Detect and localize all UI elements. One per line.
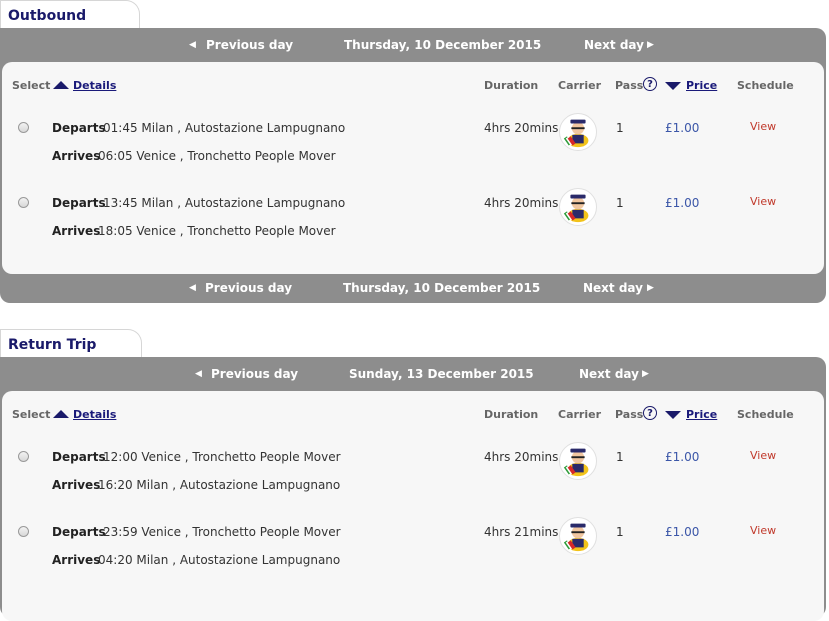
duration-value: 4hrs 20mins: [484, 121, 559, 135]
prev-arrow-icon[interactable]: ◀: [189, 28, 196, 62]
departs-label: Departs: [52, 450, 106, 464]
arrives-value: 04:20 Milan , Autostazione Lampugnano: [98, 553, 341, 567]
view-schedule-link[interactable]: View: [750, 524, 776, 537]
carrier-header: Carrier: [558, 79, 602, 92]
trip-select-radio[interactable]: [18, 451, 29, 462]
view-schedule-link[interactable]: View: [750, 195, 776, 208]
next-day-link[interactable]: Next day: [583, 271, 643, 305]
pass-header: Pass: [615, 408, 644, 421]
outbound-results: Select Details Duration Carrier Pass ? P…: [2, 62, 824, 274]
nav-date: Thursday, 10 December 2015: [343, 281, 541, 295]
sort-down-icon[interactable]: [665, 82, 681, 90]
carrier-header: Carrier: [558, 408, 602, 421]
duration-header: Duration: [484, 408, 539, 421]
pass-value: 1: [616, 525, 624, 539]
price-sort-link[interactable]: Price: [686, 79, 717, 92]
carrier-logo-icon: [559, 517, 597, 555]
trip-select-radio[interactable]: [18, 197, 29, 208]
help-icon[interactable]: ?: [643, 77, 657, 91]
return-tab: Return Trip: [0, 329, 142, 357]
duration-value: 4hrs 20mins: [484, 196, 559, 210]
details-sort-link[interactable]: Details: [73, 408, 116, 421]
sort-up-icon[interactable]: [53, 410, 69, 418]
departs-label: Departs: [52, 196, 106, 210]
prev-arrow-icon[interactable]: ◀: [195, 357, 202, 391]
duration-header: Duration: [484, 79, 539, 92]
departs-label: Departs: [52, 121, 106, 135]
departs-value: 01:45 Milan , Autostazione Lampugnano: [103, 121, 346, 135]
nav-date: Thursday, 10 December 2015: [344, 38, 542, 52]
return-section: Return Trip ◀ Previous day Sunday, 13 De…: [0, 329, 829, 621]
outbound-section: Outbound Trip ◀ Previous day Thursday, 1…: [0, 0, 829, 305]
schedule-header: Schedule: [737, 408, 794, 421]
previous-day-link[interactable]: Previous day: [206, 28, 293, 62]
outbound-nav-bottom: ◀ Previous day Thursday, 10 December 201…: [0, 271, 826, 305]
departs-value: 13:45 Milan , Autostazione Lampugnano: [103, 196, 346, 210]
next-day-link[interactable]: Next day: [584, 28, 644, 62]
trip-select-radio[interactable]: [18, 526, 29, 537]
next-arrow-icon[interactable]: ▶: [647, 28, 654, 62]
carrier-logo-icon: [559, 188, 597, 226]
pass-value: 1: [616, 450, 624, 464]
outbound-tab: Outbound Trip: [0, 0, 140, 54]
return-results: Select Details Duration Carrier Pass ? P…: [2, 391, 824, 621]
view-schedule-link[interactable]: View: [750, 449, 776, 462]
departs-value: 23:59 Venice , Tronchetto People Mover: [103, 525, 341, 539]
arrives-label: Arrives: [52, 149, 101, 163]
arrives-label: Arrives: [52, 478, 101, 492]
view-schedule-link[interactable]: View: [750, 120, 776, 133]
price-value: £1.00: [665, 525, 700, 539]
price-value: £1.00: [665, 121, 700, 135]
next-day-link[interactable]: Next day: [579, 357, 639, 391]
pass-value: 1: [616, 196, 624, 210]
arrives-value: 16:20 Milan , Autostazione Lampugnano: [98, 478, 341, 492]
pass-header: Pass: [615, 79, 644, 92]
outbound-nav-top: ◀ Previous day Thursday, 10 December 201…: [0, 28, 826, 62]
carrier-logo-icon: [559, 442, 597, 480]
select-header: Select: [12, 408, 51, 421]
return-nav-top: ◀ Previous day Sunday, 13 December 2015 …: [0, 357, 826, 391]
nav-date: Sunday, 13 December 2015: [349, 367, 534, 381]
return-panel: ◀ Previous day Sunday, 13 December 2015 …: [0, 357, 826, 621]
price-value: £1.00: [665, 450, 700, 464]
previous-day-link[interactable]: Previous day: [211, 357, 298, 391]
arrives-label: Arrives: [52, 553, 101, 567]
sort-down-icon[interactable]: [665, 411, 681, 419]
schedule-header: Schedule: [737, 79, 794, 92]
prev-arrow-icon[interactable]: ◀: [189, 271, 196, 305]
arrives-value: 18:05 Venice , Tronchetto People Mover: [98, 224, 336, 238]
carrier-logo-icon: [559, 113, 597, 151]
trip-select-radio[interactable]: [18, 122, 29, 133]
arrives-label: Arrives: [52, 224, 101, 238]
return-title: Return Trip: [8, 337, 97, 353]
help-icon[interactable]: ?: [643, 406, 657, 420]
select-header: Select: [12, 79, 51, 92]
duration-value: 4hrs 20mins: [484, 450, 559, 464]
sort-up-icon[interactable]: [53, 81, 69, 89]
next-arrow-icon[interactable]: ▶: [647, 271, 654, 305]
details-sort-link[interactable]: Details: [73, 79, 116, 92]
departs-value: 12:00 Venice , Tronchetto People Mover: [103, 450, 341, 464]
duration-value: 4hrs 21mins: [484, 525, 559, 539]
previous-day-link[interactable]: Previous day: [205, 271, 292, 305]
departs-label: Departs: [52, 525, 106, 539]
pass-value: 1: [616, 121, 624, 135]
price-sort-link[interactable]: Price: [686, 408, 717, 421]
arrives-value: 06:05 Venice , Tronchetto People Mover: [98, 149, 336, 163]
price-value: £1.00: [665, 196, 700, 210]
next-arrow-icon[interactable]: ▶: [642, 357, 649, 391]
outbound-panel: ◀ Previous day Thursday, 10 December 201…: [0, 28, 826, 303]
